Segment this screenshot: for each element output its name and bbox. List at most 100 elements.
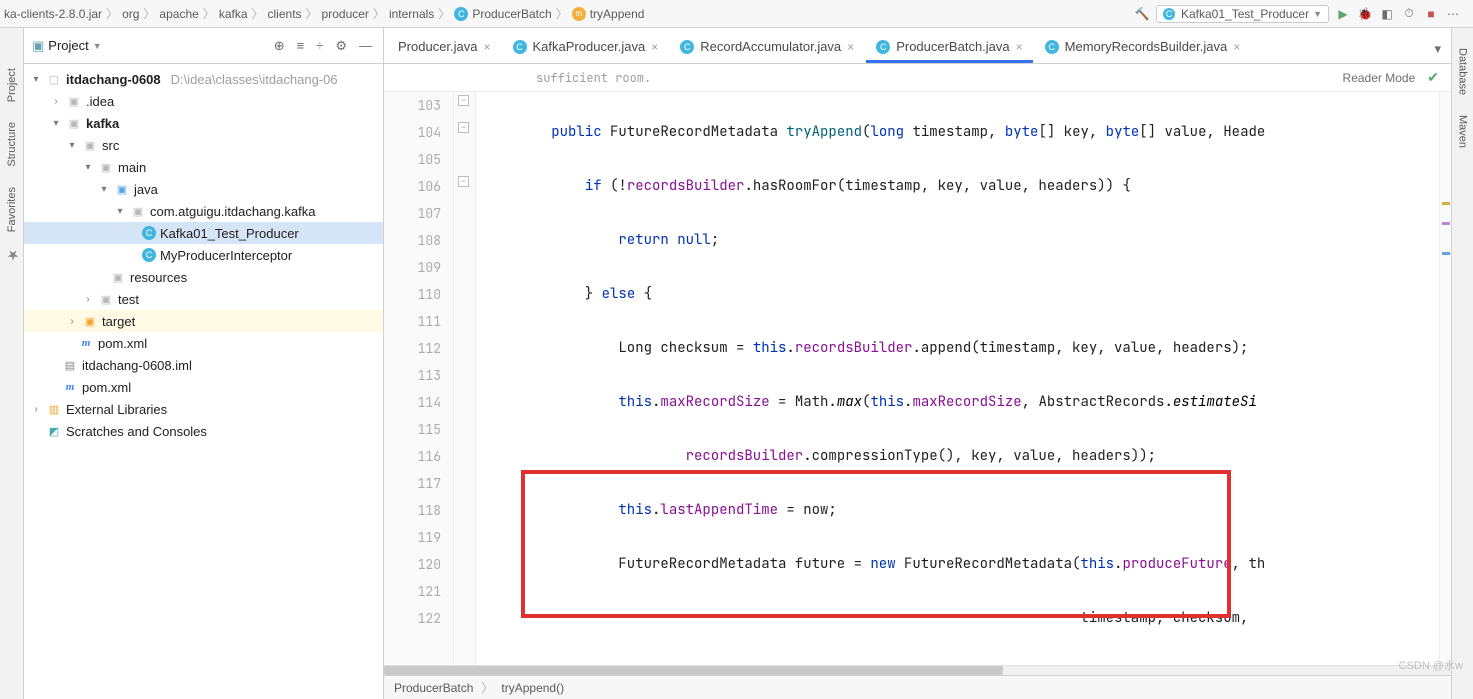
crumb[interactable]: clients [268,7,302,21]
maven-icon: m [62,379,78,395]
show-hidden-tabs-icon[interactable]: ▾ [1428,35,1447,63]
star-icon: ★ [4,246,20,262]
collapse-all-icon[interactable]: ÷ [313,38,326,53]
tree-node-external-libs[interactable]: ›▥External Libraries [24,398,383,420]
excluded-folder-icon: ▣ [82,313,98,329]
tree-node-scratches[interactable]: ◩Scratches and Consoles [24,420,383,442]
favorites-tool-button[interactable]: ★Favorites [4,187,20,262]
method-icon: m [572,7,586,21]
close-icon[interactable]: × [484,40,491,54]
tree-node-target[interactable]: ›▣target [24,310,383,332]
locate-icon[interactable]: ⊕ [271,38,288,54]
tab-producerbatch[interactable]: CProducerBatch.java× [866,33,1032,63]
crumb[interactable]: internals [389,7,434,21]
settings-icon[interactable]: ⚙ [332,38,350,54]
chevron-right-icon: 〉 [141,5,157,22]
class-icon: C [680,40,694,54]
fold-marker[interactable]: − [458,95,469,106]
chevron-right-icon: 〉 [104,5,120,22]
tree-node-pom-root[interactable]: mpom.xml [24,376,383,398]
more-icon[interactable]: ⋯ [1445,6,1461,22]
reader-mode-button[interactable]: Reader Mode [1343,71,1416,85]
project-view-selector[interactable]: ▣ Project ▼ [32,38,102,54]
expand-all-icon[interactable]: ≡ [294,38,308,53]
tree-node-class-interceptor[interactable]: CMyProducerInterceptor [24,244,383,266]
status-crumb-class[interactable]: ProducerBatch [394,681,473,695]
project-tree[interactable]: ▾▢itdachang-0608D:\idea\classes\itdachan… [24,64,383,699]
debug-icon[interactable]: 🐞 [1357,6,1373,22]
crumb[interactable]: ka-clients-2.8.0.jar [4,7,102,21]
code-content[interactable]: public FutureRecordMetadata tryAppend(lo… [476,92,1439,665]
crumb[interactable]: org [122,7,139,21]
folder-icon: ▣ [66,93,82,109]
close-icon[interactable]: × [847,40,854,54]
tree-node-src[interactable]: ▾▣src [24,134,383,156]
inspection-ok-icon[interactable]: ✔ [1427,69,1439,86]
source-folder-icon: ▣ [114,181,130,197]
tree-node-iml[interactable]: ▤itdachang-0608.iml [24,354,383,376]
chevron-right-icon: 〉 [250,5,266,22]
class-icon: C [513,40,527,54]
tab-kafkaproducer[interactable]: CKafkaProducer.java× [503,33,669,63]
tree-node-resources[interactable]: ▣resources [24,266,383,288]
left-tool-strip: Project Structure ★Favorites [0,28,24,699]
tree-node-test[interactable]: ›▣test [24,288,383,310]
line-gutter: 103104105106 107108109110 111112113114 1… [384,92,454,665]
class-icon: C [876,40,890,54]
tree-node-class-kafka01[interactable]: CKafka01_Test_Producer [24,222,383,244]
close-icon[interactable]: × [1233,40,1240,54]
folder-icon: ▣ [82,137,98,153]
chevron-down-icon: ▼ [93,41,102,51]
class-icon: C [1045,40,1059,54]
tree-root[interactable]: ▾▢itdachang-0608D:\idea\classes\itdachan… [24,68,383,90]
editor-area: Producer.java× CKafkaProducer.java× CRec… [384,28,1451,699]
library-icon: ▥ [46,401,62,417]
run-toolbar: 🔨 C Kafka01_Test_Producer ▼ ▶ 🐞 ◧ ⏱ ■ ⋯ [1126,5,1469,23]
run-config-selector[interactable]: C Kafka01_Test_Producer ▼ [1156,5,1329,23]
fold-marker[interactable]: − [458,122,469,133]
close-icon[interactable]: × [1016,40,1023,54]
crumb[interactable]: tryAppend [590,7,645,21]
horizontal-scrollbar[interactable] [384,665,1451,675]
tab-producer[interactable]: Producer.java× [388,33,501,63]
stop-icon[interactable]: ■ [1423,6,1439,22]
structure-tool-button[interactable]: Structure [6,122,18,167]
code-editor[interactable]: 103104105106 107108109110 111112113114 1… [384,92,1451,665]
tree-node-java[interactable]: ▾▣java [24,178,383,200]
scrollbar-thumb[interactable] [384,666,1003,675]
coverage-icon[interactable]: ◧ [1379,6,1395,22]
tab-memoryrecordsbuilder[interactable]: CMemoryRecordsBuilder.java× [1035,33,1251,63]
iml-icon: ▤ [62,357,78,373]
tree-node-pom[interactable]: mpom.xml [24,332,383,354]
crumb[interactable]: apache [159,7,198,21]
tree-node-idea[interactable]: ›▣.idea [24,90,383,112]
run-config-label: Kafka01_Test_Producer [1181,7,1309,21]
run-icon[interactable]: ▶ [1335,6,1351,22]
hammer-icon[interactable]: 🔨 [1134,6,1150,22]
tree-node-main[interactable]: ▾▣main [24,156,383,178]
chevron-right-icon: 〉 [436,5,452,22]
chevron-right-icon: 〉 [554,5,570,22]
maven-tool-button[interactable]: Maven [1457,115,1469,148]
tree-node-kafka[interactable]: ▾▣kafka [24,112,383,134]
top-navigation-bar: ka-clients-2.8.0.jar〉 org〉 apache〉 kafka… [0,0,1473,28]
crumb[interactable]: ProducerBatch [472,7,551,21]
fold-marker[interactable]: − [458,176,469,187]
annotation-highlight-box [521,470,1231,618]
tree-node-package[interactable]: ▾▣com.atguigu.itdachang.kafka [24,200,383,222]
class-icon: C [454,7,468,21]
close-icon[interactable]: × [651,40,658,54]
class-icon: C [142,226,156,240]
chevron-right-icon: 〉 [304,5,320,22]
status-crumb-method[interactable]: tryAppend() [501,681,564,695]
tab-recordaccumulator[interactable]: CRecordAccumulator.java× [670,33,864,63]
project-panel: ▣ Project ▼ ⊕ ≡ ÷ ⚙ — ▾▢itdachang-0608D:… [24,28,384,699]
watermark-text: CSDN @水w [1399,657,1463,673]
project-tool-button[interactable]: Project [6,68,18,102]
profile-icon[interactable]: ⏱ [1401,6,1417,22]
hide-icon[interactable]: — [356,38,375,53]
crumb[interactable]: kafka [219,7,248,21]
database-tool-button[interactable]: Database [1457,48,1469,95]
error-stripe[interactable] [1439,92,1451,665]
crumb[interactable]: producer [322,7,369,21]
